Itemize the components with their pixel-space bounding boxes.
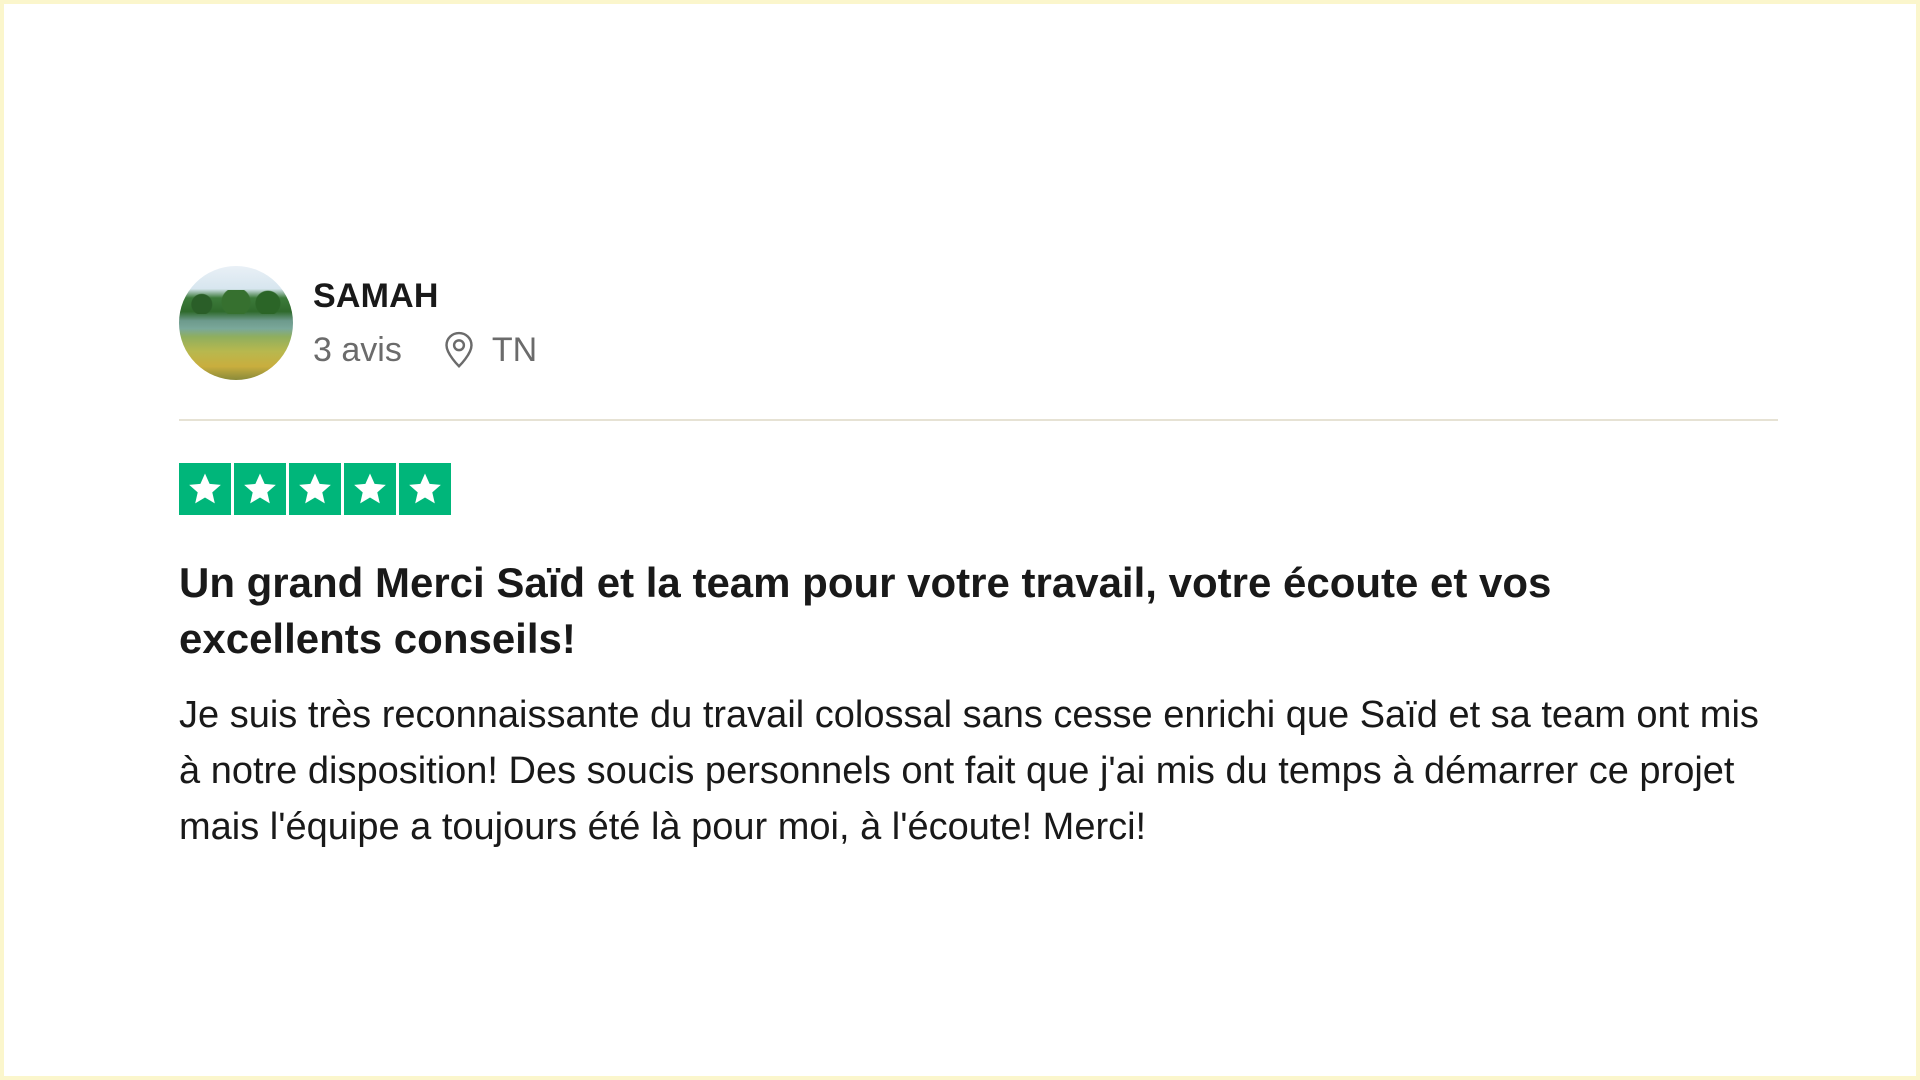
reviewer-name[interactable]: SAMAH	[313, 276, 537, 316]
star-icon	[234, 463, 286, 515]
star-icon	[179, 463, 231, 515]
divider	[179, 419, 1778, 421]
reviewer-location: TN	[442, 330, 537, 370]
reviewer-meta: 3 avis TN	[313, 330, 537, 370]
review-card: SAMAH 3 avis TN Un grand Merci Saïd et l…	[179, 266, 1778, 855]
avatar[interactable]	[179, 266, 293, 380]
page-frame: SAMAH 3 avis TN Un grand Merci Saïd et l…	[0, 0, 1920, 1080]
review-body: Je suis très reconnaissante du travail c…	[179, 694, 1759, 848]
avatar-image	[179, 290, 293, 314]
review-count: 3 avis	[313, 331, 402, 369]
star-icon	[399, 463, 451, 515]
star-rating	[179, 463, 1778, 515]
review-title[interactable]: Un grand Merci Saïd et la team pour votr…	[179, 555, 1739, 667]
star-icon	[289, 463, 341, 515]
reviewer-header: SAMAH 3 avis TN	[179, 266, 1778, 380]
location-label: TN	[491, 331, 538, 369]
reviewer-info: SAMAH 3 avis TN	[313, 276, 537, 370]
location-pin-icon	[445, 331, 473, 368]
star-icon	[344, 463, 396, 515]
